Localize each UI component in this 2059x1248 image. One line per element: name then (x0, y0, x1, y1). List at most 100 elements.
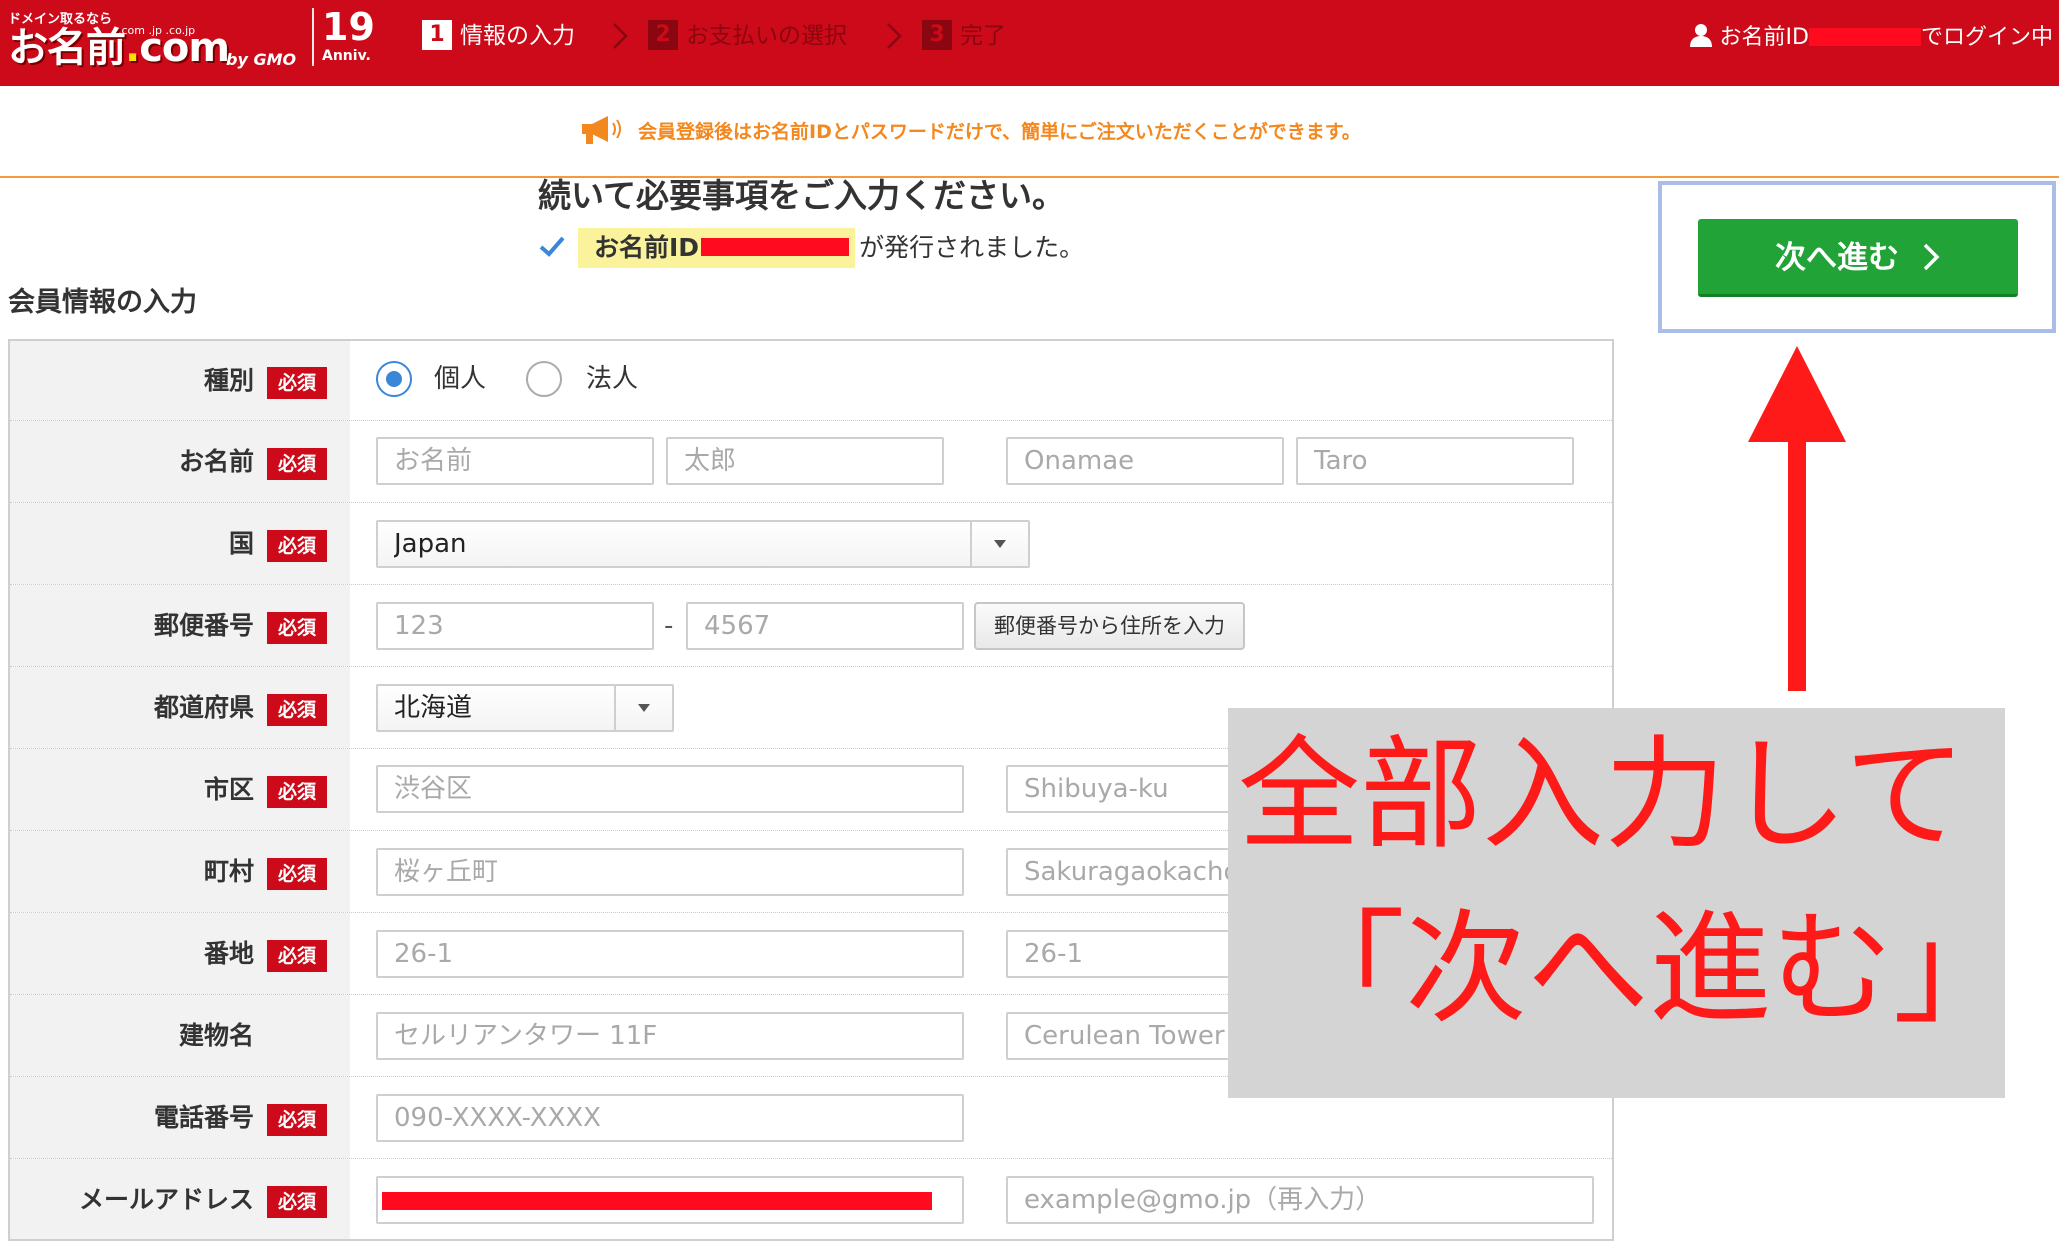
required-badge: 必須 (267, 612, 327, 644)
required-badge: 必須 (267, 776, 327, 808)
postal-dash: - (664, 611, 674, 641)
label-cell: 国 必須 (10, 503, 350, 584)
step-3-label: 完了 (960, 23, 1006, 49)
top-header: ドメイン取るなら .com .jp .co.jp お名前.com by GMO … (0, 0, 2059, 86)
placeholder: 太郎 (684, 446, 737, 476)
field-label: 番地 (203, 939, 254, 968)
postal-lookup-button[interactable]: 郵便番号から住所を入力 (974, 602, 1245, 650)
radio-label-individual[interactable]: 個人 (434, 361, 486, 397)
login-status: お名前ID でログイン中 (1688, 20, 2053, 56)
user-icon (1689, 24, 1712, 47)
first-name-input[interactable]: 太郎 (666, 437, 944, 485)
issued-id-label: お名前ID (594, 233, 700, 262)
required-badge: 必須 (267, 367, 327, 399)
radio-corporation[interactable] (526, 361, 562, 397)
radio-label-corporation[interactable]: 法人 (586, 361, 638, 397)
step-2-label: お支払いの選択 (686, 23, 847, 49)
next-button-panel: 次へ進む (1658, 181, 2056, 333)
redacted-id (1808, 28, 1921, 46)
building-input[interactable]: セルリアンタワー 11F (376, 1012, 964, 1060)
check-icon (539, 236, 565, 257)
placeholder: Taro (1314, 446, 1368, 476)
logo-wordmark-b: com (139, 25, 230, 71)
label-cell: 番地 必須 (10, 913, 350, 994)
field-label: 市区 (203, 775, 254, 804)
required-badge: 必須 (267, 694, 327, 726)
required-badge: 必須 (267, 1104, 327, 1136)
last-name-roman-input[interactable]: Onamae (1006, 437, 1284, 485)
phone-input[interactable]: 090-XXXX-XXXX (376, 1094, 964, 1142)
label-cell: 市区 必須 (10, 749, 350, 830)
city-input[interactable]: 渋谷区 (376, 765, 964, 813)
redacted-email (382, 1192, 932, 1210)
placeholder: Sakuragaokacho (1024, 857, 1240, 887)
anniversary-label: Anniv. (322, 48, 371, 64)
form-row-type: 種別 必須 個人 法人 (10, 341, 1612, 421)
placeholder: 123 (394, 611, 444, 641)
step-3: 3 完了 (922, 18, 1006, 54)
step-2-number: 2 (648, 20, 678, 50)
radio-individual[interactable] (376, 361, 412, 397)
field-label: メールアドレス (78, 1185, 254, 1214)
label-cell: 郵便番号 必須 (10, 585, 350, 666)
postal-code-second-input[interactable]: 4567 (686, 602, 964, 650)
postal-code-first-input[interactable]: 123 (376, 602, 654, 650)
login-suffix: でログイン中 (1920, 25, 2053, 50)
chevron-down-icon (638, 704, 650, 712)
placeholder: Cerulean Tower (1024, 1021, 1225, 1051)
next-button[interactable]: 次へ進む (1698, 219, 2018, 297)
select-arrow (614, 686, 672, 730)
header-divider (312, 8, 314, 66)
field-label: 種別 (203, 366, 254, 395)
logo-wordmark-a: お名前 (8, 25, 126, 71)
anniversary-number: 19 (322, 5, 375, 49)
required-badge: 必須 (267, 448, 327, 480)
label-cell: 種別 必須 (10, 341, 350, 420)
selected-value: 北海道 (394, 693, 473, 723)
id-issued-message: お名前ID が発行されました。 (538, 228, 1084, 268)
label-cell: 町村 必須 (10, 831, 350, 912)
field-label: 町村 (203, 857, 254, 886)
country-select[interactable]: Japan (376, 520, 1030, 568)
notice-text: 会員登録後はお名前IDとパスワードだけで、簡単にご注文いただくことができます。 (638, 121, 1361, 143)
logo-wordmark: お名前.com (8, 25, 230, 71)
annotation-line-2: 「次へ進む」 (1283, 898, 2015, 1040)
step-2: 2 お支払いの選択 (648, 18, 847, 54)
placeholder: 26-1 (394, 939, 454, 969)
annotation-arrow-icon (1748, 346, 1846, 691)
form-row-email: メールアドレス 必須 example@gmo.jp（再入力） (10, 1159, 1612, 1239)
town-input[interactable]: 桜ヶ丘町 (376, 848, 964, 896)
placeholder: Onamae (1024, 446, 1135, 476)
required-badge: 必須 (267, 1186, 327, 1218)
step-1: 1 情報の入力 (422, 18, 575, 54)
required-badge: 必須 (267, 940, 327, 972)
email-input[interactable] (376, 1176, 964, 1224)
label-cell: メールアドレス 必須 (10, 1159, 350, 1239)
login-prefix: お名前ID (1719, 25, 1809, 50)
required-badge: 必須 (267, 858, 327, 890)
placeholder: 桜ヶ丘町 (394, 857, 499, 887)
section-title: 会員情報の入力 (8, 287, 197, 318)
label-cell: お名前 必須 (10, 421, 350, 502)
step-3-number: 3 (922, 20, 952, 50)
prefecture-select[interactable]: 北海道 (376, 684, 674, 732)
placeholder: Shibuya-ku (1024, 774, 1169, 804)
field-label: お名前 (178, 447, 254, 476)
select-arrow (970, 522, 1028, 566)
placeholder: セルリアンタワー 11F (394, 1021, 658, 1051)
issued-text: が発行されました。 (859, 233, 1085, 262)
required-badge: 必須 (267, 530, 327, 562)
email-confirm-input[interactable]: example@gmo.jp（再入力） (1006, 1176, 1594, 1224)
placeholder: 090-XXXX-XXXX (394, 1103, 601, 1133)
onamae-logo[interactable]: ドメイン取るなら .com .jp .co.jp お名前.com by GMO (8, 6, 304, 70)
placeholder: お名前 (394, 446, 473, 476)
label-cell: 電話番号 必須 (10, 1077, 350, 1158)
annotation-line-1: 全部入力して (1238, 724, 1967, 866)
last-name-input[interactable]: お名前 (376, 437, 654, 485)
step-chevron-icon (613, 23, 628, 49)
placeholder: example@gmo.jp（再入力） (1024, 1185, 1382, 1215)
next-button-label: 次へ進む (1775, 240, 1899, 276)
first-name-roman-input[interactable]: Taro (1296, 437, 1574, 485)
street-number-input[interactable]: 26-1 (376, 930, 964, 978)
step-1-label: 情報の入力 (460, 23, 575, 49)
